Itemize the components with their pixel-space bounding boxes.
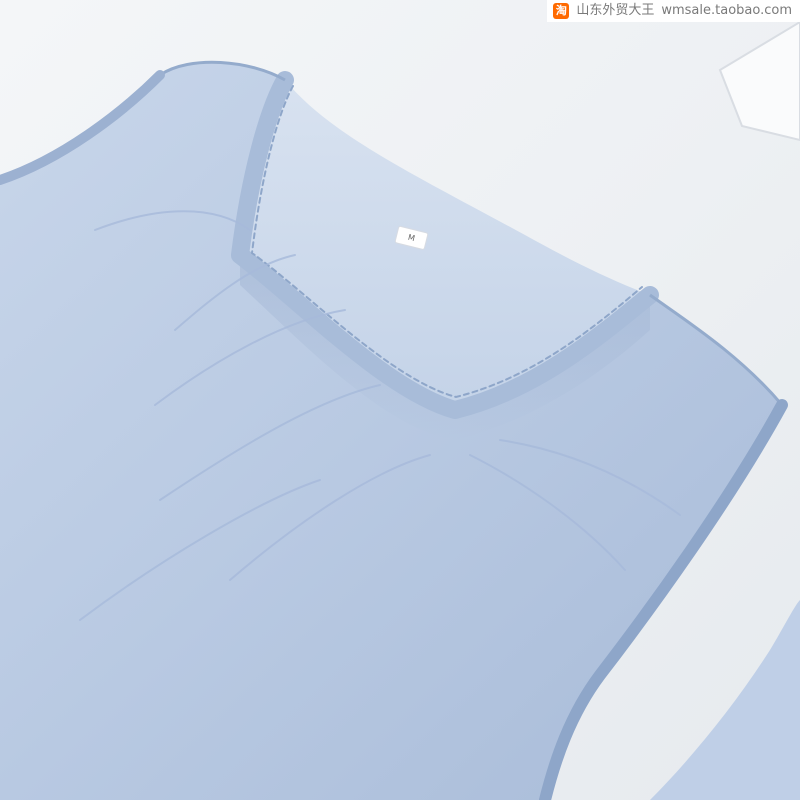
garment-scene: M [0, 0, 800, 800]
watermark: 淘 山东外贸大王 wmsale.taobao.com [547, 0, 800, 22]
watermark-shop-name: 山东外贸大王 [576, 3, 655, 18]
product-photo: M 淘 山东外贸大王 wmsale.taobao.com [0, 0, 800, 800]
taobao-icon: 淘 [553, 3, 570, 19]
watermark-url: wmsale.taobao.com [661, 3, 792, 18]
